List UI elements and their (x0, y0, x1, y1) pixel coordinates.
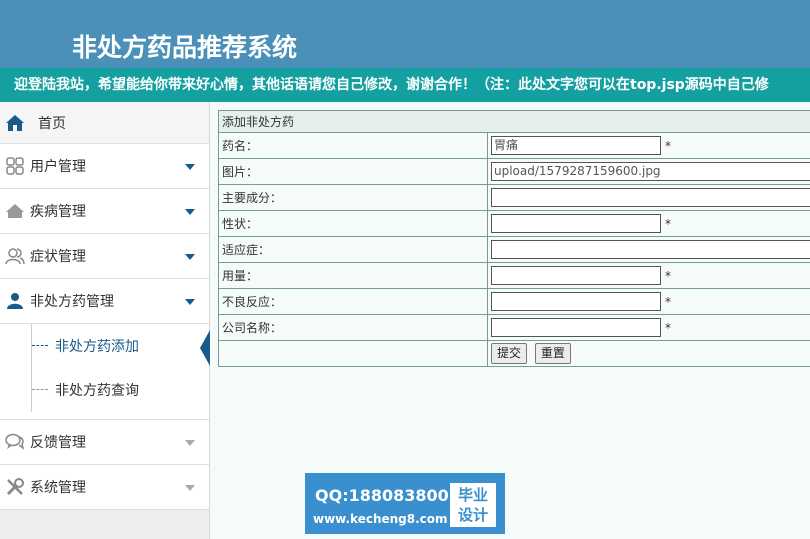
required-mark: * (665, 294, 671, 309)
home-icon (0, 100, 30, 145)
form-row-image: 图片： upload/1579287159600.jpg (218, 158, 810, 185)
required-mark: * (665, 268, 671, 283)
field-label: 用量： (218, 262, 488, 289)
required-mark: * (665, 320, 671, 335)
chevron-down-icon (185, 485, 195, 491)
chat-icon (0, 420, 30, 465)
submenu-otc: 非处方药添加 非处方药查询 (0, 324, 210, 420)
form-row-company: 公司名称： * (218, 314, 810, 341)
active-pointer-icon (200, 330, 210, 366)
field-label: 不良反应： (218, 288, 488, 315)
sidebar-item-home[interactable]: 首页 (0, 102, 209, 144)
chevron-down-icon (185, 440, 195, 446)
field-label: 公司名称： (218, 314, 488, 341)
watermark-site: www.kecheng8.com (313, 512, 448, 526)
field-label: 图片： (218, 158, 488, 185)
sidebar-bottom-fill (0, 510, 210, 539)
submenu-item-otc-query[interactable]: 非处方药查询 (0, 368, 209, 412)
field-label: 主要成分： (218, 184, 488, 211)
field-label: 性状： (218, 210, 488, 237)
properties-input[interactable] (491, 214, 661, 233)
add-otc-form: 添加非处方药 药名： 胃痛 * 图片： upload/1579287159600.… (218, 110, 810, 367)
side-effects-input[interactable] (491, 292, 661, 311)
indications-input[interactable] (491, 240, 810, 259)
submenu-item-otc-add[interactable]: 非处方药添加 (0, 324, 210, 368)
page-title: 非处方药品推荐系统 (72, 33, 298, 62)
badge-line-2: 设计 (457, 506, 488, 524)
house-icon (0, 189, 30, 234)
form-row-side-effects: 不良反应： * (218, 288, 810, 315)
tree-dash (32, 389, 48, 390)
main-content: 添加非处方药 药名： 胃痛 * 图片： upload/1579287159600.… (210, 102, 810, 539)
submenu-item-label: 非处方药查询 (55, 383, 139, 399)
users-icon (0, 234, 30, 279)
required-mark: * (665, 138, 671, 153)
sidebar-item-label: 系统管理 (30, 480, 86, 496)
sidebar-item-label: 非处方药管理 (30, 294, 114, 310)
sidebar-item-label: 反馈管理 (30, 435, 86, 451)
form-row-properties: 性状： * (218, 210, 810, 237)
sidebar: 首页 用户管理 疾病管理 症状管理 非处方药管理 非处方药添加 非处方药查询 反… (0, 102, 210, 510)
grid-icon (0, 144, 30, 189)
sidebar-item-otc-management[interactable]: 非处方药管理 (0, 279, 209, 324)
welcome-marquee: 迎登陆我站，希望能给你带来好心情，其他话语请您自己修改，谢谢合作！（注：此处文字… (0, 68, 810, 102)
sidebar-item-label: 首页 (38, 115, 66, 132)
sidebar-item-feedback-management[interactable]: 反馈管理 (0, 420, 209, 465)
sidebar-item-disease-management[interactable]: 疾病管理 (0, 189, 209, 234)
dosage-input[interactable] (491, 266, 661, 285)
chevron-down-icon (185, 254, 195, 260)
submenu-item-label: 非处方药添加 (55, 339, 139, 355)
watermark-ad: QQ:188083800 www.kecheng8.com 毕业 设计 (305, 473, 505, 534)
sidebar-item-system-management[interactable]: 系统管理 (0, 465, 209, 510)
sidebar-item-symptom-management[interactable]: 症状管理 (0, 234, 209, 279)
sidebar-item-label: 症状管理 (30, 249, 86, 265)
submit-button[interactable]: 提交 (491, 343, 528, 364)
field-label: 药名： (218, 132, 488, 159)
form-row-indications: 适应症： (218, 236, 810, 263)
form-row-drug-name: 药名： 胃痛 * (218, 132, 810, 159)
chevron-down-icon (185, 299, 195, 305)
drug-name-input[interactable]: 胃痛 (491, 136, 661, 155)
sidebar-item-user-management[interactable]: 用户管理 (0, 144, 209, 189)
tree-dash (32, 345, 48, 346)
reset-button[interactable]: 重置 (534, 343, 571, 364)
badge-line-1: 毕业 (457, 486, 488, 504)
company-name-input[interactable] (491, 318, 661, 337)
header-banner: 非处方药品推荐系统 (0, 0, 810, 68)
field-label: 适应症： (218, 236, 488, 263)
ingredients-input[interactable] (491, 188, 810, 207)
user-icon (0, 279, 30, 324)
chevron-down-icon (185, 164, 195, 170)
tools-icon (0, 465, 30, 510)
form-row-actions: 提交 重置 (218, 340, 810, 367)
watermark-qq: QQ:188083800 (315, 486, 449, 505)
form-row-ingredients: 主要成分： (218, 184, 810, 211)
required-mark: * (665, 216, 671, 231)
watermark-badge: 毕业 设计 (450, 483, 496, 527)
chevron-down-icon (185, 209, 195, 215)
image-path-input[interactable]: upload/1579287159600.jpg (491, 162, 810, 181)
sidebar-item-label: 用户管理 (30, 159, 86, 175)
form-title: 添加非处方药 (218, 110, 810, 133)
empty-cell (218, 340, 488, 367)
form-row-dosage: 用量： * (218, 262, 810, 289)
sidebar-item-label: 疾病管理 (30, 204, 86, 220)
